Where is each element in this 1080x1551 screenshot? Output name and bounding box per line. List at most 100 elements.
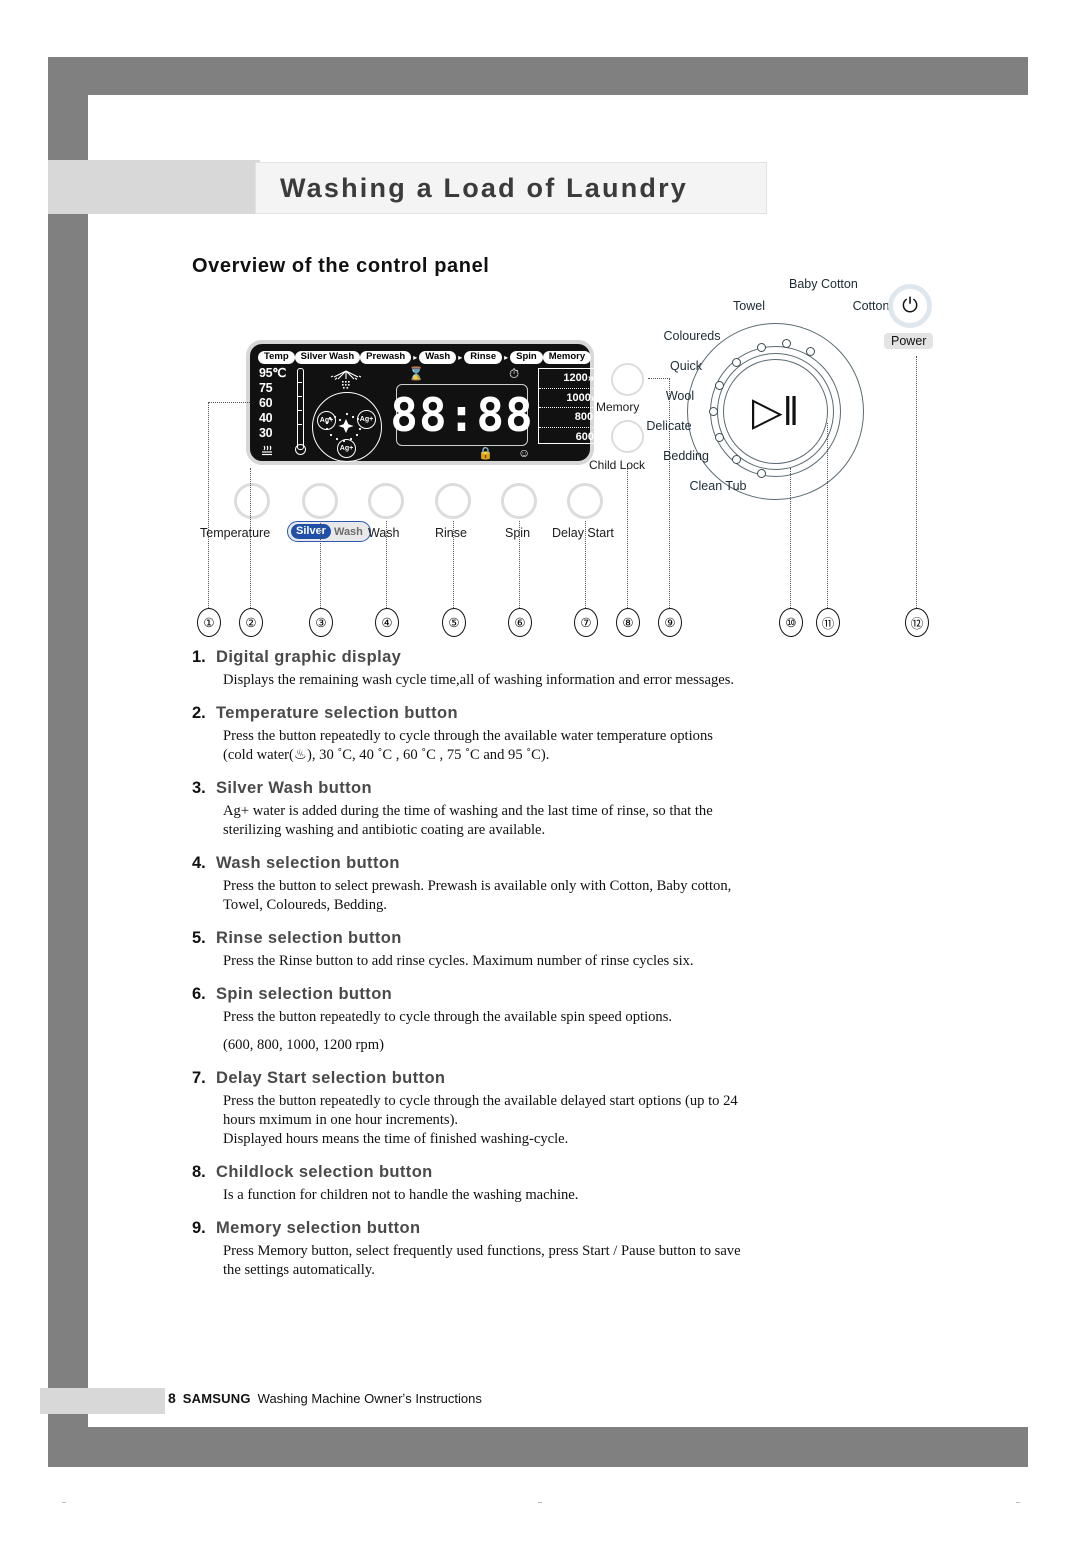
page-footer: 8 SAMSUNG Washing Machine Ownerʼs Instru… <box>168 1390 482 1406</box>
silver-wash-graphic: Ag+ Ag+ Ag+ <box>306 368 384 464</box>
tag-temp: Temp <box>258 351 295 364</box>
callout-6: ⑥ <box>508 608 532 637</box>
dial-dot-cotton <box>806 347 815 356</box>
content-area: Overview of the control panel <box>192 255 912 278</box>
dial-dot-quick <box>715 381 724 390</box>
leader-line-h-9 <box>648 378 670 379</box>
shower-spray-icon <box>330 370 362 389</box>
item-line: Press the button repeatedly to cycle thr… <box>223 1009 673 1025</box>
leader-line-v-3 <box>320 521 321 608</box>
start-pause-icon[interactable]: ▷‖ <box>752 392 799 432</box>
wash-button[interactable] <box>368 483 404 519</box>
dial-dot-towel <box>757 343 766 352</box>
instruction-list: 1. Digital graphic display Displays the … <box>192 648 907 1294</box>
digit-value: 88:88 <box>390 388 534 442</box>
spin-row-600: 600» <box>539 426 600 447</box>
instruction-item-4: 4. Wash selection button Press the butto… <box>192 854 907 915</box>
dial-dot-coloureds <box>732 358 741 367</box>
item-line: Press Memory button, select frequently u… <box>223 1243 741 1259</box>
tag-arrow-icon-2: ▸ <box>458 353 463 362</box>
item-line: Displayed hours means the time of finish… <box>223 1131 569 1147</box>
temperature-button-label: Temperature <box>200 526 271 540</box>
spin-row-1000: 1000»» <box>539 387 600 408</box>
spin-button[interactable] <box>501 483 537 519</box>
callout-8: ⑧ <box>616 608 640 637</box>
callout-5: ⑤ <box>442 608 466 637</box>
item-number-2: 2. <box>192 704 206 722</box>
callout-1: ① <box>197 608 221 637</box>
spin-row-800: 800»› <box>539 407 599 427</box>
instruction-item-3: 3. Silver Wash button Ag+ water is added… <box>192 779 907 840</box>
delay-start-button-label: Delay Start <box>552 526 614 540</box>
ag-bubble-1: Ag+ <box>317 411 336 430</box>
item-line: Ag+ water is added during the time of wa… <box>223 803 713 819</box>
temperature-button[interactable] <box>234 483 270 519</box>
spin-speed-indicator: 1200»»» 1000»» 800»› 600» <box>538 368 600 444</box>
leader-line-v-9 <box>669 378 670 608</box>
crop-mark-center <box>538 1502 542 1503</box>
page-title: Washing a Load of Laundry <box>280 172 689 203</box>
display-status-tags: Temp Silver Wash Prewash ▸ Wash ▸ Rinse … <box>258 349 592 366</box>
item-number-1: 1. <box>192 648 206 666</box>
memory-button[interactable] <box>611 363 644 396</box>
item-body-4: Press the button to select prewash. Prew… <box>223 877 907 915</box>
ag-bubble-2: Ag+ <box>357 410 376 429</box>
item-line: Towel, Coloureds, Bedding. <box>223 897 387 913</box>
leader-line-v-11 <box>827 423 828 608</box>
item-body-5: Press the Rinse button to add rinse cycl… <box>223 952 907 971</box>
rinse-button[interactable] <box>435 483 471 519</box>
leader-line-v-10 <box>790 468 791 608</box>
item-line: hours mximum in one hour increments). <box>223 1112 459 1128</box>
instruction-item-7: 7. Delay Start selection button Press th… <box>192 1069 907 1149</box>
leader-line-v-1 <box>208 402 209 608</box>
cycle-label-quick: Quick <box>670 359 702 373</box>
power-button-label: Power <box>884 333 934 349</box>
item-line: Displays the remaining wash cycle time,a… <box>223 672 735 688</box>
tag-rinse: Rinse <box>464 351 503 364</box>
item-line: Is a function for children not to handle… <box>223 1187 579 1203</box>
manual-page: Washing a Load of Laundry Overview of th… <box>0 0 1080 1551</box>
item-title-9: Memory selection button <box>216 1219 421 1237</box>
digital-graphic-display: Temp Silver Wash Prewash ▸ Wash ▸ Rinse … <box>246 340 600 465</box>
cycle-selector-dial[interactable]: ▷‖ <box>687 323 864 500</box>
item-body-6: Press the button repeatedly to cycle thr… <box>223 1008 907 1055</box>
item-title-4: Wash selection button <box>216 854 400 872</box>
instruction-item-2: 2. Temperature selection button Press th… <box>192 704 907 765</box>
item-body-2: Press the button repeatedly to cycle thr… <box>223 727 907 765</box>
power-button[interactable]: ⏻ <box>888 284 932 328</box>
footer-page-number: 8 <box>168 1390 176 1406</box>
item-number-4: 4. <box>192 854 206 872</box>
power-icon: ⏻ <box>902 295 918 317</box>
instruction-item-1: 1. Digital graphic display Displays the … <box>192 648 907 690</box>
silver-wash-button[interactable] <box>302 483 338 519</box>
item-body-3: Ag+ water is added during the time of wa… <box>223 802 907 840</box>
spin-button-label: Spin <box>505 526 531 540</box>
callout-7: ⑦ <box>574 608 598 637</box>
item-body-7: Press the button repeatedly to cycle thr… <box>223 1092 907 1149</box>
page-frame-top <box>48 57 1028 95</box>
callout-3: ③ <box>309 608 333 637</box>
dial-dot-bedding <box>732 455 741 464</box>
item-line: Press the button to select prewash. Prew… <box>223 878 732 894</box>
tag-prewash: Prewash <box>360 351 412 364</box>
chapter-tab <box>48 160 260 214</box>
item-body-9: Press Memory button, select frequently u… <box>223 1242 907 1280</box>
footer-text: Washing Machine Ownerʼs Instructions <box>257 1391 482 1406</box>
delay-start-button[interactable] <box>567 483 603 519</box>
leader-line-v-7 <box>585 521 586 608</box>
tag-silver-wash: Silver Wash <box>294 351 361 364</box>
crop-mark-right <box>1016 1502 1020 1503</box>
drum-circle: Ag+ Ag+ Ag+ <box>312 392 382 462</box>
item-line: (cold water(♨), 30 ˚C, 40 ˚C , 60 ˚C , 7… <box>223 747 550 763</box>
dial-dot-wool <box>709 407 718 416</box>
silver-badge-text: Silver <box>291 523 331 540</box>
dial-dot-clean-tub <box>757 469 766 478</box>
control-panel-diagram: Temp Silver Wash Prewash ▸ Wash ▸ Rinse … <box>190 278 980 638</box>
dial-dot-delicate <box>715 433 724 442</box>
leader-line-v-6 <box>519 521 520 608</box>
cycle-label-clean-tub: Clean Tub <box>689 479 747 493</box>
callout-9: ⑨ <box>658 608 682 637</box>
crop-mark-left <box>62 1502 66 1503</box>
tag-arrow-icon-3: ▸ <box>504 353 509 362</box>
temperature-scale: 95℃ 75 60 40 30 <box>259 366 306 464</box>
